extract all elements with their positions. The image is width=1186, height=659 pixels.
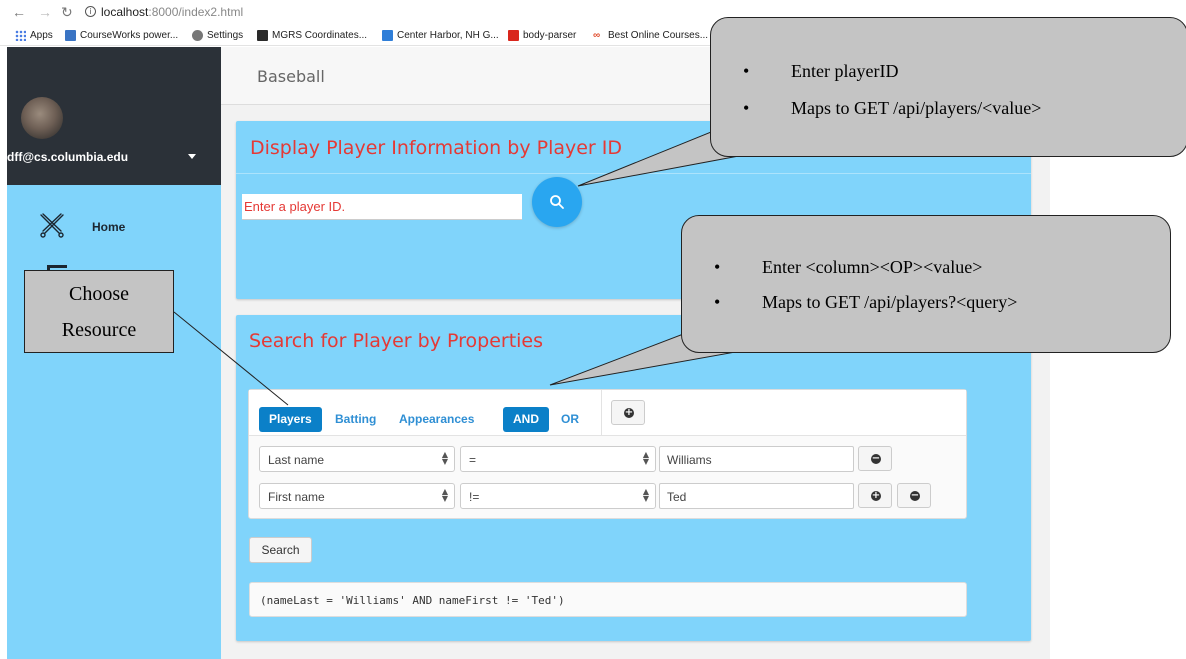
callout-query-line-1: • Enter <column><OP><value> — [714, 257, 983, 277]
choose-resource-label: Choose Resource — [24, 270, 174, 353]
callout-player-id-line-2: • Maps to GET /api/players/<value> — [743, 98, 1042, 118]
choose-resource-line — [173, 311, 289, 406]
callout-query: • Enter <column><OP><value> • Maps to GET … — [681, 215, 1171, 353]
callout-player-id-line-1: • Enter playerID — [743, 61, 899, 81]
choose-resource-line-2: Resource — [61, 319, 137, 341]
choose-resource-line-1: Choose — [69, 283, 129, 305]
callout-query-line-2: • Maps to GET /api/players?<query> — [714, 292, 1018, 312]
callout-player-id: • Enter playerID • Maps to GET /api/player… — [710, 17, 1186, 157]
